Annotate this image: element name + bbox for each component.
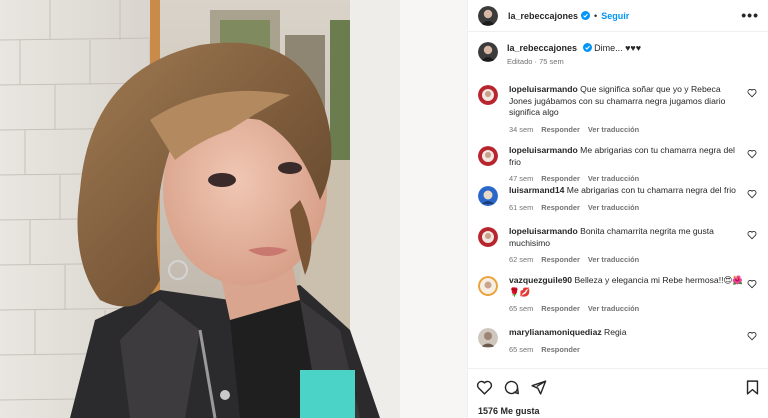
comment-heart-icon[interactable] (747, 189, 757, 199)
comment-icon[interactable] (503, 379, 520, 396)
comment-heart-icon[interactable] (747, 230, 757, 240)
comment-body: Regia (604, 327, 627, 337)
caption-text: Dime... ♥♥♥ (594, 43, 642, 53)
caption-meta: Editado · 75 sem (507, 57, 564, 66)
comment-username[interactable]: marylianamoniquediaz (509, 327, 602, 337)
reply-button[interactable]: Responder (541, 255, 580, 264)
post-caption: la_rebeccajones Dime... ♥♥♥ Editado · 75… (478, 42, 759, 66)
translate-button[interactable]: Ver traducción (588, 125, 639, 134)
caption-username[interactable]: la_rebeccajones (507, 43, 577, 53)
likes-count[interactable]: 1576 Me gusta (478, 406, 540, 416)
comment-username[interactable]: lopeluisarmando (509, 84, 578, 94)
post-header: la_rebeccajones • Seguir ••• (468, 0, 768, 32)
reply-button[interactable]: Responder (541, 174, 580, 183)
commenter-avatar[interactable] (478, 146, 498, 166)
share-icon[interactable] (530, 379, 547, 396)
heart-icon[interactable] (476, 379, 493, 396)
commenter-avatar[interactable] (478, 227, 498, 247)
comment-meta: 61 sem Responder Ver traducción (509, 203, 744, 212)
comment-text: lopeluisarmando Que significa soñar que … (509, 84, 744, 119)
comment-time: 65 sem (509, 304, 534, 314)
comment-text: marylianamoniquediaz Regia (509, 327, 744, 339)
comment-item: lopeluisarmando Me abrigarias con tu cha… (478, 145, 759, 183)
translate-button[interactable]: Ver traducción (588, 174, 639, 183)
comment-meta: 65 sem Responder Ver traducción (509, 304, 744, 313)
comment-item: luisarmand14 Me abrigarias con tu chamar… (478, 185, 759, 212)
comment-meta: 34 sem Responder Ver traducción (509, 125, 744, 134)
comment-item: marylianamoniquediaz Regia 65 sem Respon… (478, 327, 759, 354)
reply-button[interactable]: Responder (541, 345, 580, 354)
comment-meta: 65 sem Responder (509, 345, 744, 354)
verified-badge-icon (581, 11, 591, 20)
comment-heart-icon[interactable] (747, 279, 757, 289)
comment-time: 65 sem (509, 344, 534, 354)
comment-text: vazquezguile90 Belleza y elegancia mi Re… (509, 275, 744, 298)
author-avatar[interactable] (478, 5, 498, 26)
comments-panel: la_rebeccajones • Seguir ••• la_rebeccaj… (467, 0, 768, 418)
comment-item: vazquezguile90 Belleza y elegancia mi Re… (478, 275, 759, 313)
comment-item: lopeluisarmando Bonita chamarrita negrit… (478, 226, 759, 264)
comment-time: 61 sem (509, 202, 534, 212)
separator-dot: • (594, 10, 598, 21)
more-options-icon[interactable]: ••• (741, 8, 759, 22)
comment-text: lopeluisarmando Me abrigarias con tu cha… (509, 145, 744, 168)
comment-item: lopeluisarmando Que significa soñar que … (478, 84, 759, 134)
translate-button[interactable]: Ver traducción (588, 255, 639, 264)
post-window: la_rebeccajones • Seguir ••• la_rebeccaj… (0, 0, 768, 418)
commenter-avatar[interactable] (478, 276, 498, 296)
comment-username[interactable]: lopeluisarmando (509, 145, 578, 155)
author-username[interactable]: la_rebeccajones (508, 11, 578, 21)
comment-body: Me abrigarias con tu chamarra negra del … (566, 185, 736, 195)
comment-time: 62 sem (509, 255, 534, 265)
bookmark-icon[interactable] (744, 379, 761, 396)
comment-time: 34 sem (509, 124, 534, 134)
comment-meta: 47 sem Responder Ver traducción (509, 174, 744, 183)
portrait-image (0, 0, 467, 418)
action-bar (476, 379, 547, 396)
comment-heart-icon[interactable] (747, 149, 757, 159)
commenter-avatar[interactable] (478, 85, 498, 105)
comment-heart-icon[interactable] (747, 88, 757, 98)
reply-button[interactable]: Responder (541, 203, 580, 212)
verified-badge-icon (582, 43, 592, 52)
translate-button[interactable]: Ver traducción (588, 304, 639, 313)
comment-username[interactable]: vazquezguile90 (509, 275, 572, 285)
comment-heart-icon[interactable] (747, 331, 757, 341)
comment-time: 47 sem (509, 174, 534, 184)
comment-meta: 62 sem Responder Ver traducción (509, 255, 744, 264)
commenter-avatar[interactable] (478, 328, 498, 348)
post-photo[interactable] (0, 0, 467, 418)
commenter-avatar[interactable] (478, 186, 498, 206)
post-footer: 1576 Me gusta (468, 368, 768, 418)
caption-line: la_rebeccajones Dime... ♥♥♥ (507, 42, 641, 55)
comment-text: lopeluisarmando Bonita chamarrita negrit… (509, 226, 744, 249)
reply-button[interactable]: Responder (541, 304, 580, 313)
comment-text: luisarmand14 Me abrigarias con tu chamar… (509, 185, 744, 197)
reply-button[interactable]: Responder (541, 125, 580, 134)
comment-username[interactable]: lopeluisarmando (509, 226, 578, 236)
caption-avatar[interactable] (478, 42, 498, 62)
comment-username[interactable]: luisarmand14 (509, 185, 564, 195)
follow-button[interactable]: Seguir (601, 11, 629, 21)
translate-button[interactable]: Ver traducción (588, 203, 639, 212)
